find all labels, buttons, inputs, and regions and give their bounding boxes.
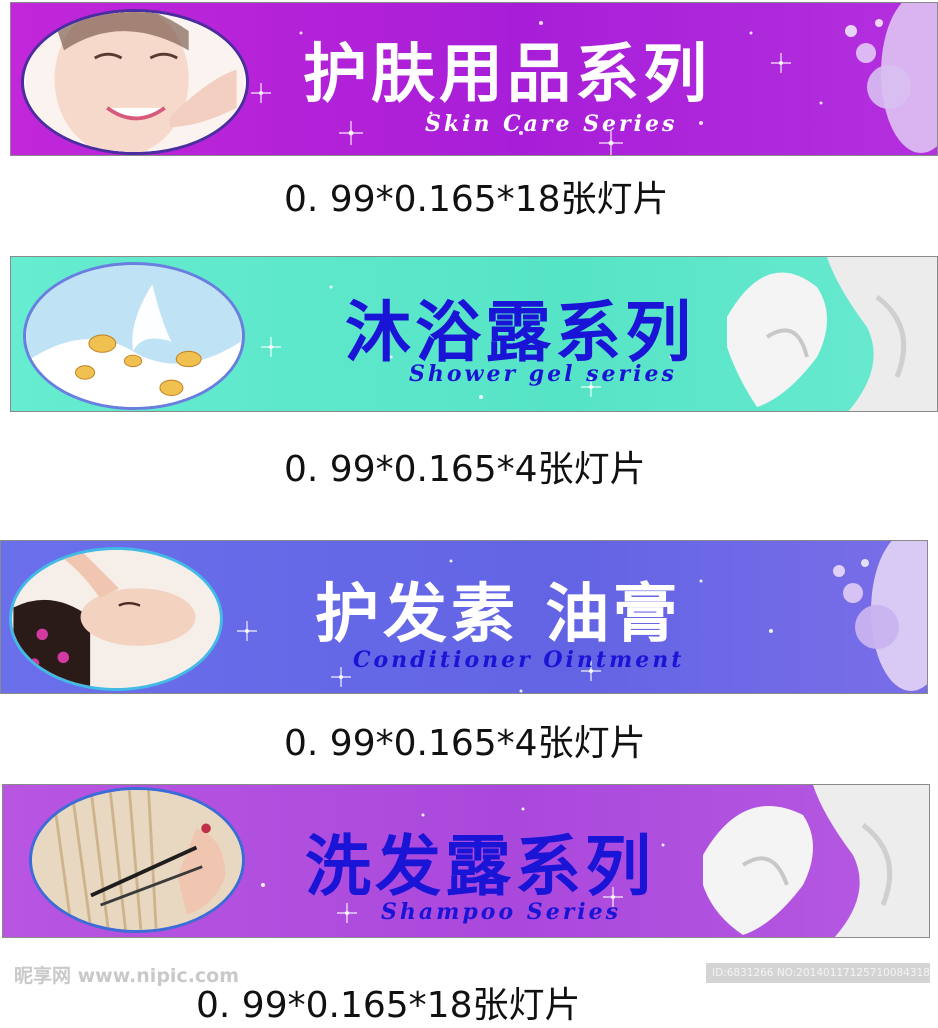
banner-subtitle: Shampoo Series [381, 899, 622, 925]
banner-conditioner: 护发素 油膏 Conditioner Ointment [0, 540, 928, 694]
head-massage-image [9, 547, 223, 691]
woman-face-image [21, 9, 249, 155]
banner-caption: 0. 99*0.165*4张灯片 [284, 449, 646, 490]
banner-subtitle: Shower gel series [409, 361, 677, 387]
banner-subtitle: Conditioner Ointment [353, 647, 685, 673]
milk-wave-decoration [727, 257, 937, 411]
banner-skin-care: 护肤用品系列 Skin Care Series [10, 2, 938, 156]
head-massage-icon [13, 550, 219, 688]
banner-shampoo: 洗发露系列 Shampoo Series [2, 784, 930, 938]
woman-face-icon [25, 12, 245, 152]
bubbles-decoration [845, 3, 937, 153]
milk-wave-decoration [703, 785, 929, 937]
banner-title: 护发素 油膏 [315, 578, 682, 652]
milk-splash-icon [27, 265, 241, 407]
hair-cut-icon [33, 790, 241, 930]
milk-splash-image [23, 262, 245, 410]
banner-caption: 0. 99*0.165*18张灯片 [196, 985, 581, 1026]
banner-title: 洗发露系列 [305, 828, 655, 905]
banner-shower-gel: 沐浴露系列 Shower gel series [10, 256, 938, 412]
banner-subtitle: Skin Care Series [425, 111, 678, 137]
watermark-left: 昵享网 www.nipic.com [14, 965, 240, 987]
hair-cut-image [29, 787, 245, 933]
banner-caption: 0. 99*0.165*4张灯片 [284, 723, 646, 764]
watermark-right: ID:6831266 NO:20140117125710084318 [706, 963, 930, 983]
banner-title: 护肤用品系列 [303, 38, 711, 112]
bubbles-decoration [833, 541, 927, 691]
banner-caption: 0. 99*0.165*18张灯片 [284, 179, 669, 220]
